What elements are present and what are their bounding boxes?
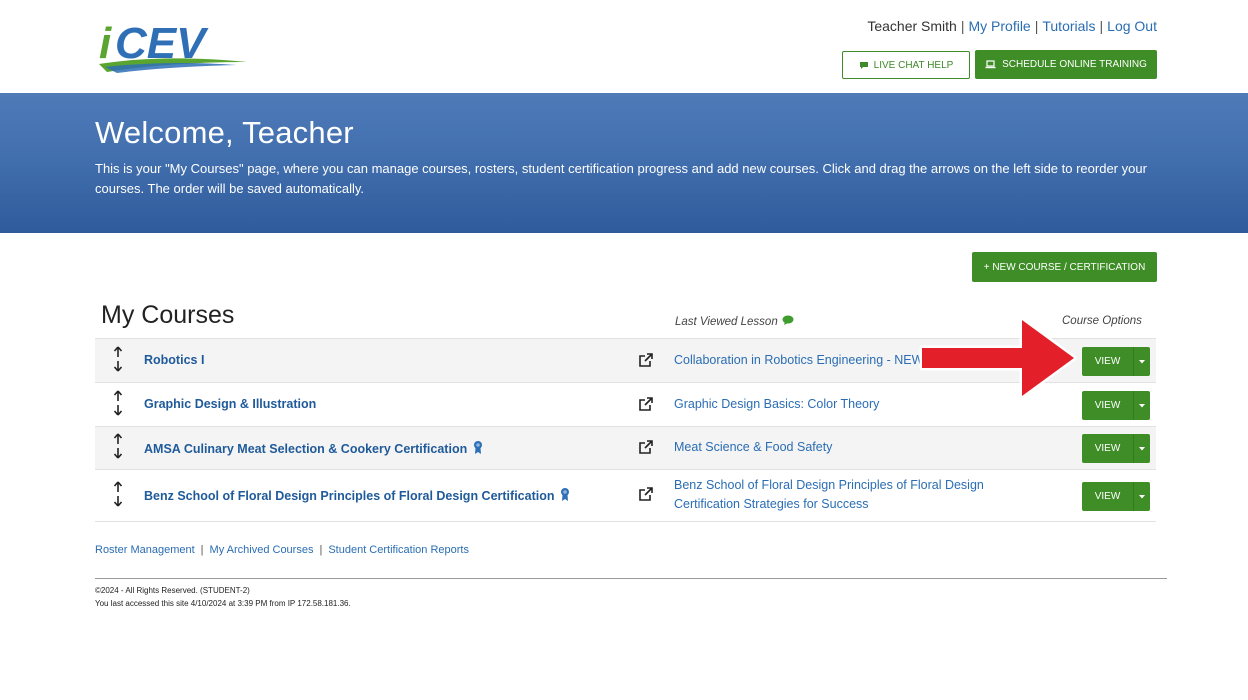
caret-down-icon[interactable] [1133, 482, 1150, 511]
course-name-link[interactable]: Benz School of Floral Design Principles … [144, 487, 570, 505]
arrow-up-icon[interactable] [113, 346, 123, 358]
footer-links: Roster Management | My Archived Courses | St… [95, 544, 469, 556]
view-course-button[interactable]: VIEW [1082, 391, 1150, 420]
course-name-link[interactable]: AMSA Culinary Meat Selection & Cookery C… [144, 440, 483, 458]
external-link-icon[interactable] [638, 486, 654, 507]
copyright-notice: ©2024 - All Rights Reserved. (STUDENT-2)… [95, 586, 351, 608]
caret-down-icon[interactable] [1133, 434, 1150, 463]
arrow-down-icon[interactable] [113, 447, 123, 459]
annotation-arrow [912, 310, 1082, 410]
last-viewed-lesson-link[interactable]: Meat Science & Food Safety [674, 438, 994, 457]
my-courses-heading: My Courses [101, 301, 235, 329]
course-name-link[interactable]: Graphic Design & Illustration [144, 397, 316, 411]
my-archived-courses-link[interactable]: My Archived Courses [210, 544, 314, 556]
external-link-icon[interactable] [638, 396, 654, 417]
view-course-button[interactable]: VIEW [1082, 347, 1150, 376]
arrow-down-icon[interactable] [113, 495, 123, 507]
svg-text:CEV: CEV [115, 19, 209, 68]
chat-icon [859, 61, 869, 70]
external-link-icon[interactable] [638, 352, 654, 373]
last-viewed-lesson-header: Last Viewed Lesson [675, 315, 794, 328]
table-row: Benz School of Floral Design Principles … [95, 469, 1156, 521]
laptop-icon [985, 60, 996, 69]
arrow-down-icon[interactable] [113, 404, 123, 416]
roster-management-link[interactable]: Roster Management [95, 544, 195, 556]
reorder-handle[interactable] [112, 481, 124, 507]
arrow-up-icon[interactable] [113, 433, 123, 445]
caret-down-icon[interactable] [1133, 391, 1150, 420]
course-name-link[interactable]: Robotics I [144, 353, 204, 367]
last-viewed-lesson-link[interactable]: Benz School of Floral Design Principles … [674, 476, 984, 514]
student-certification-reports-link[interactable]: Student Certification Reports [328, 544, 469, 556]
new-course-certification-button[interactable]: + NEW COURSE / CERTIFICATION [972, 252, 1157, 282]
live-chat-help-button[interactable]: LIVE CHAT HELP [842, 51, 970, 79]
my-profile-link[interactable]: My Profile [968, 18, 1030, 34]
view-course-button[interactable]: VIEW [1082, 434, 1150, 463]
last-access-note: You last accessed this site 4/10/2024 at… [95, 599, 351, 608]
ribbon-icon [473, 440, 483, 458]
reorder-handle[interactable] [112, 346, 124, 372]
svg-text:i: i [99, 19, 112, 68]
arrow-up-icon[interactable] [113, 390, 123, 402]
user-nav: Teacher Smith | My Profile | Tutorials | Log O… [867, 18, 1157, 34]
arrow-up-icon[interactable] [113, 481, 123, 493]
external-link-icon[interactable] [638, 439, 654, 460]
reorder-handle[interactable] [112, 390, 124, 416]
footer-divider [95, 578, 1167, 579]
reorder-handle[interactable] [112, 433, 124, 459]
tutorials-link[interactable]: Tutorials [1042, 18, 1095, 34]
schedule-online-training-button[interactable]: SCHEDULE ONLINE TRAINING [975, 50, 1157, 79]
ribbon-icon [560, 487, 570, 505]
page-title: Welcome, Teacher [95, 115, 354, 150]
chat-icon [782, 315, 794, 328]
caret-down-icon[interactable] [1133, 347, 1150, 376]
banner-description: This is your "My Courses" page, where yo… [95, 161, 1147, 196]
view-course-button[interactable]: VIEW [1082, 482, 1150, 511]
welcome-banner: Welcome, Teacher This is your "My Course… [0, 93, 1248, 233]
table-row: AMSA Culinary Meat Selection & Cookery C… [95, 426, 1156, 469]
log-out-link[interactable]: Log Out [1107, 18, 1157, 34]
icev-logo[interactable]: i CEV [97, 18, 249, 76]
arrow-down-icon[interactable] [113, 360, 123, 372]
user-name: Teacher Smith [867, 18, 957, 34]
